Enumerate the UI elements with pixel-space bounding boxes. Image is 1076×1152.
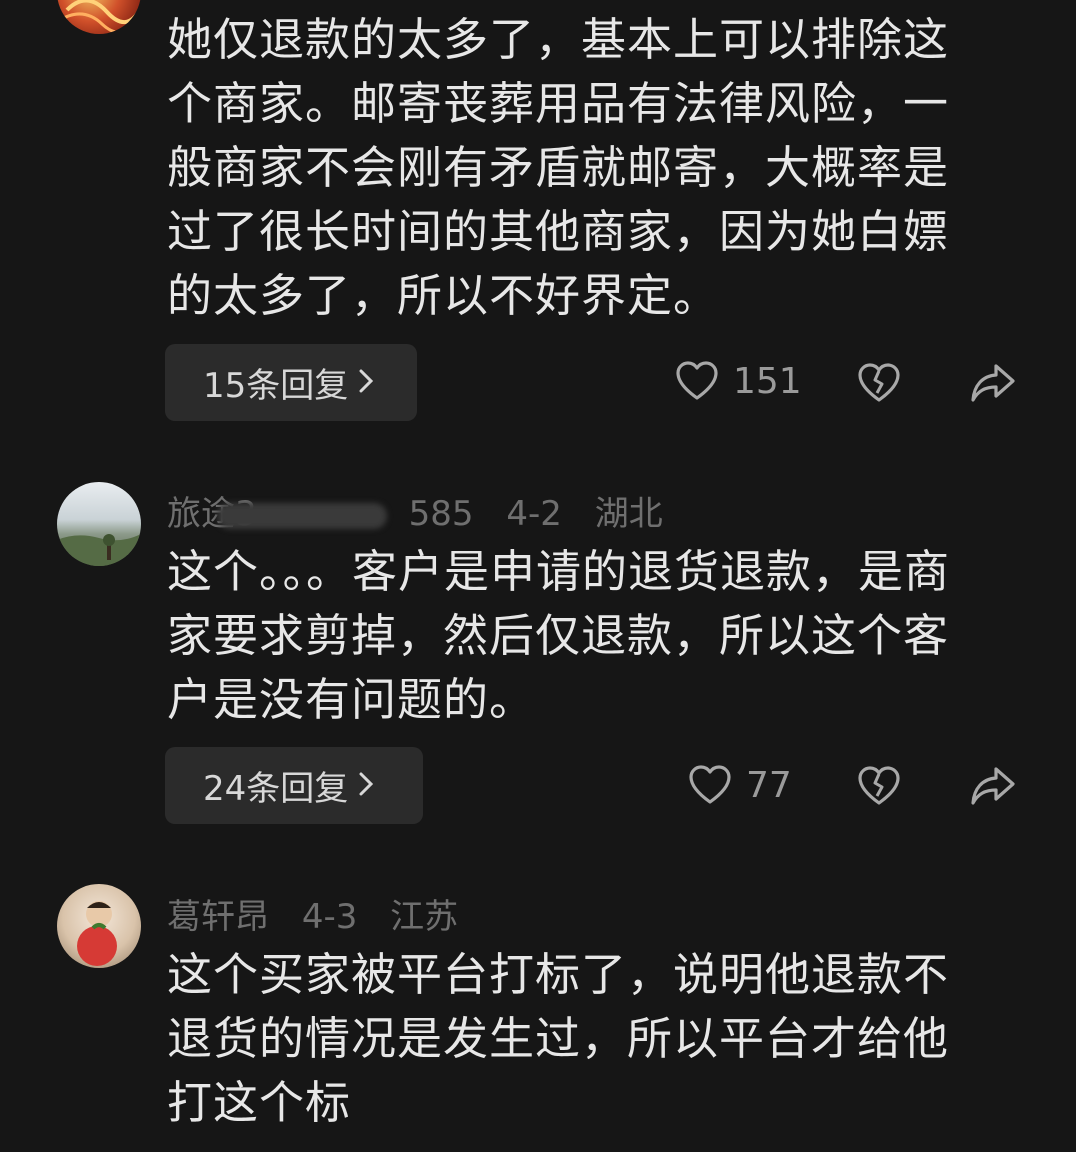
dislike-button[interactable] — [857, 765, 901, 811]
avatar-photo — [77, 901, 117, 966]
replies-label: 15条回复 — [203, 366, 349, 406]
comment-date: 4-2 — [506, 494, 562, 534]
comment-meta: 旅途3 585 4-2 湖北 — [167, 486, 685, 535]
broken-heart-icon — [858, 363, 900, 402]
comment-date: 4-3 — [301, 897, 358, 937]
like-button[interactable]: 151 — [675, 360, 802, 402]
broken-heart-icon — [858, 766, 900, 805]
share-arrow-icon — [971, 364, 1015, 402]
comment-location: 湖北 — [594, 494, 663, 534]
comment-meta: 葛轩昂 4-3 江苏 — [167, 889, 480, 938]
username[interactable]: 旅途3 585 — [167, 494, 474, 534]
like-count: 151 — [733, 360, 802, 402]
avatar-pattern — [57, 0, 141, 34]
avatar[interactable] — [57, 0, 141, 34]
username[interactable]: 葛轩昂 — [167, 897, 269, 937]
avatar[interactable] — [57, 884, 141, 968]
chevron-right-icon — [358, 364, 374, 402]
comment-list: 她仅退款的太多了，基本上可以排除这个商家。邮寄丧葬用品有法律风险，一般商家不会刚… — [0, 0, 1076, 1152]
like-count: 77 — [746, 764, 792, 806]
comment-location: 江苏 — [390, 897, 459, 937]
redacted-mark — [216, 502, 387, 529]
comment-text: 这个买家被平台打标了，说明他退款不退货的情况是发生过，所以平台才给他打这个标 — [167, 948, 950, 1129]
like-button[interactable]: 77 — [688, 764, 792, 806]
view-replies-button[interactable]: 15条回复 — [165, 344, 417, 421]
dislike-button[interactable] — [857, 362, 901, 408]
comment-text: 她仅退款的太多了，基本上可以排除这个商家。邮寄丧葬用品有法律风险，一般商家不会刚… — [167, 13, 950, 322]
chevron-right-icon — [358, 767, 374, 805]
comment-text: 这个。。。客户是申请的退货退款，是商家要求剪掉，然后仅退款，所以这个客户是没有问… — [167, 545, 951, 726]
avatar[interactable] — [57, 482, 141, 566]
avatar-landscape — [57, 534, 141, 566]
share-arrow-icon — [971, 767, 1015, 805]
view-replies-button[interactable]: 24条回复 — [165, 747, 423, 824]
replies-label: 24条回复 — [203, 769, 349, 809]
share-button[interactable] — [970, 362, 1016, 408]
heart-outline-icon — [676, 361, 718, 400]
share-button[interactable] — [970, 765, 1016, 811]
heart-outline-icon — [689, 765, 731, 804]
